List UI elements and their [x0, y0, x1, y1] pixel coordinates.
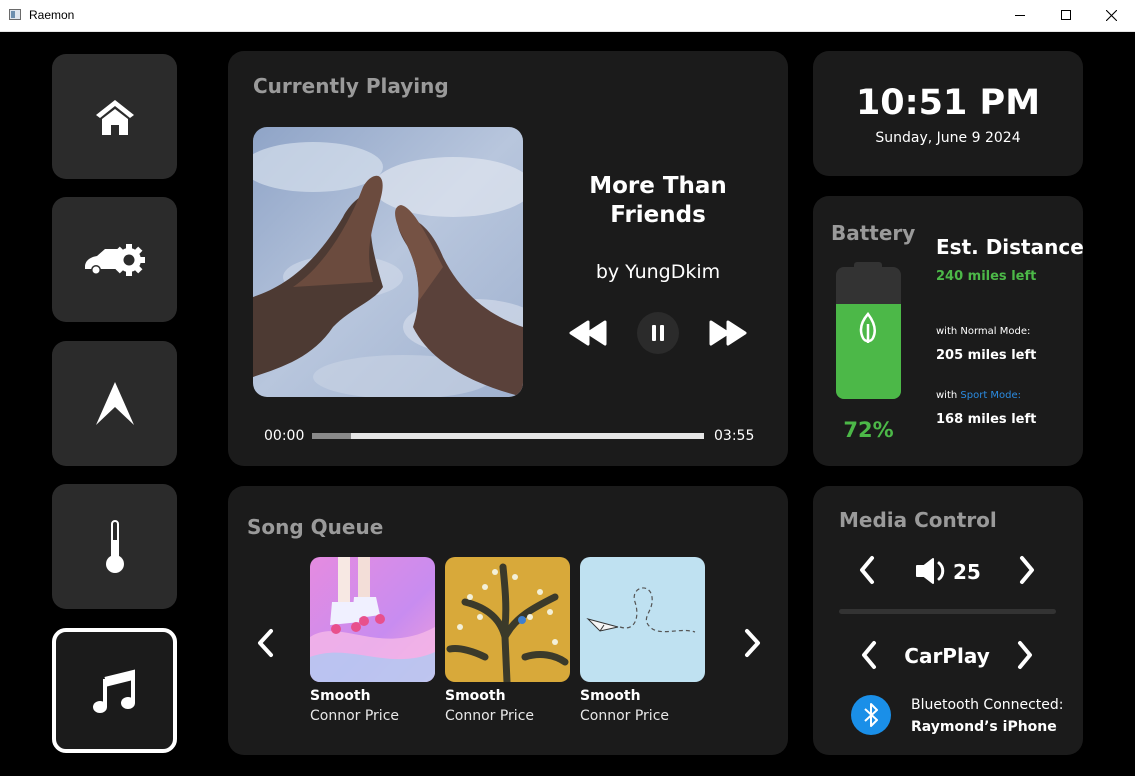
chevron-right-icon	[745, 629, 760, 657]
navigation-icon	[95, 381, 134, 425]
app-icon	[9, 9, 21, 20]
volume-level: 25	[953, 560, 981, 584]
battery-gauge	[836, 267, 901, 399]
media-divider	[839, 609, 1056, 614]
nav-climate-button[interactable]	[52, 484, 177, 609]
est-distance-heading: Est. Distance	[936, 235, 1084, 259]
sport-mode-label: with Sport Mode:	[936, 390, 1021, 401]
window-title: Raemon	[29, 8, 75, 22]
clock-date: Sunday, June 9 2024	[875, 130, 1021, 146]
volume-down-button[interactable]	[857, 555, 877, 585]
now-playing-heading: Currently Playing	[253, 74, 449, 98]
queue-cover-1	[310, 557, 435, 682]
bluetooth-status: Bluetooth Connected:	[911, 697, 1064, 713]
progress-bar[interactable]	[312, 433, 704, 439]
queue-song-artist: Connor Price	[445, 708, 535, 724]
speaker-icon	[916, 558, 945, 584]
sport-mode-prefix: with	[936, 390, 961, 401]
chevron-right-icon	[1020, 556, 1034, 584]
chevron-left-icon	[862, 641, 876, 669]
song-title-line1: More Than	[589, 173, 727, 199]
source-next-button[interactable]	[1015, 640, 1035, 670]
queue-song-title: Smooth	[580, 688, 641, 704]
bluetooth-device: Raymond’s iPhone	[911, 719, 1057, 735]
queue-item[interactable]: Smooth Connor Price	[580, 557, 705, 724]
chevron-left-icon	[860, 556, 874, 584]
bluetooth-icon	[864, 703, 878, 727]
pause-icon	[652, 325, 664, 341]
sport-mode-miles: 168 miles left	[936, 412, 1037, 427]
nav-vehicle-settings-button[interactable]	[52, 197, 177, 322]
clock-time: 10:51 PM	[855, 83, 1041, 123]
chevron-right-icon	[1018, 641, 1032, 669]
pause-button[interactable]	[637, 312, 679, 354]
battery-heading: Battery	[831, 221, 916, 245]
rewind-icon	[569, 320, 607, 346]
nav-home-button[interactable]	[52, 54, 177, 179]
battery-percent: 72%	[843, 418, 894, 442]
miles-left: 240 miles left	[936, 269, 1037, 284]
nav-navigation-button[interactable]	[52, 341, 177, 466]
rewind-button[interactable]	[569, 320, 607, 346]
time-elapsed: 00:00	[264, 428, 305, 444]
minimize-button[interactable]	[997, 0, 1043, 31]
queue-next-button[interactable]	[743, 628, 763, 658]
queue-song-title: Smooth	[310, 688, 371, 704]
queue-item[interactable]: Smooth Connor Price	[445, 557, 570, 724]
song-queue-heading: Song Queue	[247, 515, 384, 539]
sport-mode-word: Sport Mode:	[960, 390, 1022, 401]
time-total: 03:55	[714, 428, 755, 444]
bluetooth-badge[interactable]	[851, 695, 891, 735]
leaf-icon	[859, 312, 877, 343]
queue-prev-button[interactable]	[255, 628, 275, 658]
maximize-button[interactable]	[1043, 0, 1089, 31]
source-prev-button[interactable]	[859, 640, 879, 670]
song-artist: by YungDkim	[595, 261, 721, 283]
close-button[interactable]	[1089, 0, 1135, 31]
media-source: CarPlay	[904, 644, 990, 668]
thermometer-icon	[105, 519, 124, 573]
queue-song-title: Smooth	[445, 688, 506, 704]
song-title: More Than Friends	[548, 172, 768, 230]
music-note-icon	[92, 668, 135, 713]
nav-music-button[interactable]	[52, 628, 177, 753]
volume-icon-wrap	[915, 557, 949, 585]
close-icon	[1106, 10, 1117, 21]
window-titlebar: Raemon	[0, 0, 1135, 32]
queue-cover-2	[445, 557, 570, 682]
queue-item[interactable]: Smooth Connor Price	[310, 557, 435, 724]
song-title-line2: Friends	[610, 202, 706, 228]
queue-song-artist: Connor Price	[580, 708, 670, 724]
progress-fill	[312, 433, 352, 439]
media-control-heading: Media Control	[839, 508, 997, 532]
normal-mode-miles: 205 miles left	[936, 348, 1037, 363]
home-icon	[95, 99, 134, 135]
chevron-left-icon	[258, 629, 273, 657]
normal-mode-label: with Normal Mode:	[936, 326, 1031, 337]
album-cover	[253, 127, 523, 397]
fast-forward-icon	[709, 320, 747, 346]
queue-cover-3	[580, 557, 705, 682]
queue-song-artist: Connor Price	[310, 708, 400, 724]
car-settings-icon	[84, 243, 145, 276]
volume-up-button[interactable]	[1017, 555, 1037, 585]
fast-forward-button[interactable]	[709, 320, 747, 346]
